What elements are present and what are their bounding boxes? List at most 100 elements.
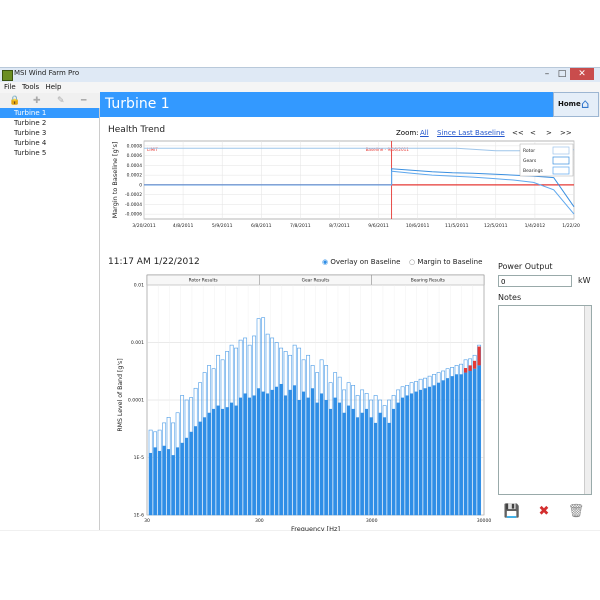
spectrum-bar: [419, 389, 423, 515]
spectrum-x-label: Frequency [Hz]: [291, 525, 340, 531]
spectrum-bar: [248, 397, 252, 515]
spectrum-bar: [266, 393, 270, 515]
spectrum-bar: [207, 412, 211, 515]
trend-x-tick: 1/22/2012: [562, 223, 580, 229]
zoom-since-baseline-link[interactable]: Since Last Baseline: [437, 129, 505, 137]
spectrum-bar: [167, 449, 171, 515]
remove-icon[interactable]: ━: [81, 96, 86, 106]
spectrum-bar: [230, 402, 234, 515]
main-content: Health Trend Zoom: All Since Last Baseli…: [100, 117, 600, 531]
lock-icon[interactable]: 🔒: [9, 96, 20, 106]
spectrum-bar: [329, 408, 333, 515]
trash-icon[interactable]: 🗑: [567, 503, 585, 521]
sidebar-item-turbine-4[interactable]: Turbine 4: [0, 138, 99, 148]
spectrum-bar: [347, 405, 351, 515]
spectrum-x-tick: 300: [255, 518, 264, 524]
spectrum-bar: [432, 385, 436, 515]
trend-legend-swatch: [552, 156, 570, 165]
zoom-label: Zoom:: [396, 129, 419, 137]
spectrum-bar: [437, 382, 441, 515]
sidebar-item-turbine-5[interactable]: Turbine 5: [0, 148, 99, 158]
spectrum-y-tick: 1E-6: [134, 513, 144, 519]
notes-textarea[interactable]: [498, 305, 592, 495]
notes-scrollbar[interactable]: [584, 306, 591, 494]
home-label: Home: [558, 100, 581, 108]
add-icon[interactable]: ✚: [33, 96, 41, 106]
power-output-input[interactable]: 0: [498, 275, 572, 287]
spectrum-chart: Rotor Results Gear Results Bearing Results…: [117, 274, 491, 531]
spectrum-bar: [288, 389, 292, 515]
spectrum-bar: [252, 395, 256, 515]
close-button[interactable]: ✕: [570, 68, 594, 80]
trend-legend-label: Bearings: [523, 168, 543, 174]
trend-legend-swatch: [552, 166, 570, 175]
trend-y-tick: 0.0006: [127, 153, 143, 159]
spectrum-y-tick: 1E-5: [134, 455, 144, 461]
menu-help[interactable]: Help: [45, 82, 61, 93]
trend-y-tick: -0.0004: [125, 202, 142, 208]
spectrum-bar: [441, 380, 445, 515]
spectrum-bar: [275, 386, 279, 515]
trend-x-tick: 4/8/2011: [173, 223, 194, 229]
trend-x-tick: 12/5/2011: [484, 223, 508, 229]
nav-first-button[interactable]: <<: [512, 129, 524, 137]
spectrum-bar: [405, 395, 409, 515]
spectrum-bar: [342, 412, 346, 515]
nav-last-button[interactable]: >>: [560, 129, 572, 137]
save-icon[interactable]: 💾: [503, 503, 521, 521]
margin-radio[interactable]: ○ Margin to Baseline: [409, 258, 482, 266]
trend-x-tick: 10/6/2011: [406, 223, 430, 229]
maximize-button[interactable]: □: [555, 68, 569, 80]
spectrum-section-label: Rotor Results: [189, 278, 219, 284]
spectrum-bar: [293, 385, 297, 515]
spectrum-bar: [198, 421, 202, 515]
spectrum-bar: [428, 386, 432, 515]
spectrum-bar: [221, 408, 225, 515]
zoom-all-link[interactable]: All: [420, 129, 429, 137]
spectrum-bar: [270, 389, 274, 515]
spectrum-bar: [320, 393, 324, 515]
spectrum-bar: [176, 447, 180, 515]
spectrum-bar: [297, 400, 301, 515]
spectrum-bar: [338, 402, 342, 515]
trend-x-tick: 11/5/2011: [445, 223, 469, 229]
spectrum-bar: [374, 422, 378, 515]
delete-icon[interactable]: ✖: [535, 503, 553, 521]
spectrum-bar: [302, 391, 306, 515]
spectrum-bar: [189, 431, 193, 515]
menu-tools[interactable]: Tools: [22, 82, 39, 93]
spectrum-bar: [410, 393, 414, 515]
trend-y-tick: 0.0002: [127, 173, 143, 179]
home-button[interactable]: Home ⌂: [553, 92, 599, 117]
menu-file[interactable]: File: [4, 82, 16, 93]
spectrum-bar: [284, 395, 288, 515]
trend-x-tick: 8/7/2011: [329, 223, 350, 229]
nav-prev-button[interactable]: <: [530, 129, 536, 137]
spectrum-bar: [333, 397, 337, 515]
spectrum-bar: [468, 370, 472, 515]
nav-next-button[interactable]: >: [546, 129, 552, 137]
spectrum-exceed-bar: [477, 346, 481, 366]
spectrum-bar: [149, 452, 153, 515]
spectrum-bar: [171, 455, 175, 515]
page-title: Turbine 1: [105, 96, 170, 112]
app-window: MSI Wind Farm Pro – □ ✕ File Tools Help …: [0, 67, 600, 531]
trend-x-tick: 1/4/2012: [525, 223, 546, 229]
power-output-label: Power Output: [498, 262, 553, 271]
spectrum-y-tick: 0.01: [134, 283, 144, 289]
minimize-button[interactable]: –: [540, 68, 554, 80]
trend-x-tick: 3/20/2011: [132, 223, 156, 229]
spectrum-bar: [153, 447, 157, 515]
spectrum-bar: [243, 393, 247, 515]
overlay-radio-dot-icon: ◉: [322, 258, 329, 266]
trend-x-tick: 7/8/2011: [290, 223, 311, 229]
spectrum-bar: [279, 383, 283, 515]
overlay-radio[interactable]: ◉ Overlay on Baseline: [322, 258, 400, 266]
sidebar-item-turbine-1[interactable]: Turbine 1: [0, 108, 99, 118]
sidebar-item-turbine-3[interactable]: Turbine 3: [0, 128, 99, 138]
spectrum-bar: [396, 402, 400, 515]
sidebar-item-turbine-2[interactable]: Turbine 2: [0, 118, 99, 128]
spectrum-x-tick: 30: [144, 518, 150, 524]
edit-icon[interactable]: ✎: [57, 96, 65, 106]
trend-y-label: Margin to Baseline [g's]: [111, 142, 119, 219]
